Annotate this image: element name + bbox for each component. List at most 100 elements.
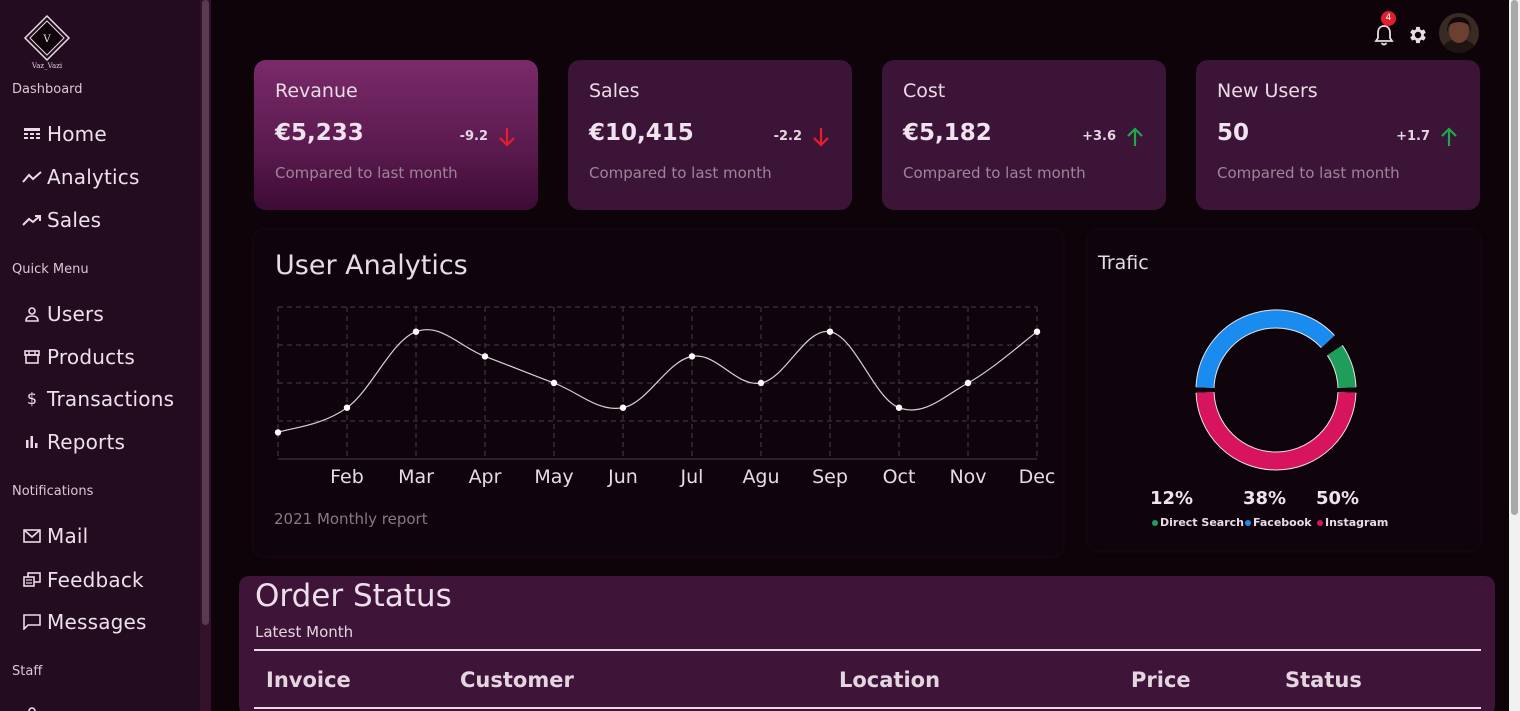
- sidebar-item-transactions[interactable]: $ Transactions: [22, 385, 192, 413]
- x-tick-label: Nov: [949, 466, 986, 488]
- column-header-invoice[interactable]: Invoice: [266, 668, 351, 692]
- home-icon: [22, 124, 42, 144]
- stat-card-cost[interactable]: Cost €5,182 +3.6 Compared to last month: [882, 60, 1166, 210]
- sidebar-item-feedback[interactable]: Feedback: [22, 566, 192, 594]
- x-tick-label: May: [534, 466, 573, 488]
- legend-label: Instagram: [1325, 516, 1389, 529]
- mail-icon: [22, 526, 42, 546]
- user-icon: [22, 704, 42, 711]
- gear-icon[interactable]: [1407, 24, 1429, 46]
- x-tick-label: Sep: [812, 466, 848, 488]
- sidebar-item-mail[interactable]: Mail: [22, 522, 192, 550]
- legend-dot: [1152, 519, 1158, 526]
- sidebar-item-label: Analytics: [47, 165, 140, 189]
- stat-card-sales[interactable]: Sales €10,415 -2.2 Compared to last month: [568, 60, 852, 210]
- column-header-status[interactable]: Status: [1285, 668, 1362, 692]
- sidebar-item-label: Reports: [47, 430, 126, 454]
- sidebar-item-sales[interactable]: Sales: [22, 206, 192, 234]
- analytics-icon: [22, 167, 42, 187]
- legend-item: Facebook: [1245, 516, 1312, 529]
- legend-label: Direct Search: [1160, 516, 1244, 529]
- sidebar-item-label: Mail: [47, 524, 89, 548]
- legend-dot: [1245, 519, 1251, 526]
- svg-text:$: $: [27, 390, 37, 408]
- stat-card-subtitle: Compared to last month: [1217, 164, 1400, 182]
- traffic-panel: Trafic 12% Direct Search 38% Facebook 50% Ins…: [1088, 230, 1480, 550]
- notification-badge: 4: [1381, 11, 1396, 26]
- x-tick-label: Apr: [469, 466, 502, 488]
- logo-icon: V: [23, 14, 71, 62]
- stat-card-subtitle: Compared to last month: [589, 164, 772, 182]
- x-tick-label: Oct: [883, 466, 916, 488]
- bell-icon[interactable]: [1374, 24, 1394, 46]
- data-point-nov: [964, 379, 972, 387]
- sidebar-item-label: Users: [47, 302, 105, 326]
- x-tick-label: Feb: [330, 466, 364, 488]
- sidebar-scrollbar-thumb[interactable]: [202, 0, 209, 625]
- traffic-percent: 12%: [1150, 488, 1194, 509]
- page-scrollbar-thumb[interactable]: [1511, 0, 1518, 515]
- stat-card-delta: -2.2: [773, 129, 802, 144]
- traffic-percent: 50%: [1316, 488, 1360, 509]
- stat-card-revanue[interactable]: Revanue €5,233 -9.2 Compared to last month: [254, 60, 538, 210]
- legend-item: Instagram: [1317, 516, 1388, 529]
- user-icon: [22, 304, 42, 324]
- feedback-icon: [22, 570, 42, 590]
- column-header-location[interactable]: Location: [839, 668, 940, 692]
- data-point-may: [550, 379, 558, 387]
- data-point-sep: [826, 328, 834, 335]
- sidebar-section-title: Notifications: [12, 484, 94, 499]
- sidebar-item-staff-partial[interactable]: [22, 700, 192, 711]
- stat-card-title: Sales: [589, 80, 640, 102]
- sidebar-item-messages[interactable]: Messages: [22, 608, 192, 636]
- sidebar-section-title: Dashboard: [12, 82, 83, 97]
- sidebar-scrollbar[interactable]: [200, 0, 211, 711]
- data-point-oct: [895, 404, 903, 411]
- stat-card-delta: -9.2: [459, 129, 488, 144]
- data-point-mar: [412, 328, 420, 335]
- sidebar-item-label: Home: [47, 122, 107, 146]
- sidebar-item-users[interactable]: Users: [22, 300, 192, 328]
- legend-dot: [1317, 519, 1323, 526]
- x-tick-label: Dec: [1019, 466, 1056, 488]
- logo-letter: V: [42, 34, 51, 45]
- stat-card-delta: +3.6: [1082, 129, 1116, 144]
- stat-card-value: €5,182: [903, 120, 992, 146]
- avatar-image: [1439, 13, 1479, 53]
- data-point-jul: [688, 353, 696, 360]
- data-point-jan: [274, 429, 282, 436]
- chat-icon: [22, 612, 42, 632]
- avatar[interactable]: [1439, 13, 1479, 53]
- table-header-divider: [254, 707, 1481, 709]
- stat-card-subtitle: Compared to last month: [275, 164, 458, 182]
- stat-card-value: 50: [1217, 120, 1250, 146]
- stat-card-new-users[interactable]: New Users 50 +1.7 Compared to last month: [1196, 60, 1480, 210]
- sidebar-item-analytics[interactable]: Analytics: [22, 163, 192, 191]
- data-point-feb: [343, 404, 351, 411]
- user-analytics-chart: Feb Mar Apr May Jun Jul Agu Sep Oct Nov Dec: [274, 306, 1056, 488]
- traffic-percent: 38%: [1243, 488, 1287, 509]
- sidebar: V Vaz_Vazi Dashboard Home Analytics Sales Qu…: [0, 0, 200, 711]
- stat-card-value: €10,415: [589, 120, 694, 146]
- x-tick-label: Agu: [742, 466, 779, 488]
- arrow-down-icon: [499, 128, 515, 147]
- arrow-up-icon: [1127, 127, 1143, 146]
- column-header-customer[interactable]: Customer: [460, 668, 574, 692]
- legend-item: Direct Search: [1152, 516, 1244, 529]
- data-point-apr: [481, 353, 489, 360]
- column-header-price[interactable]: Price: [1131, 668, 1191, 692]
- table-top-divider: [254, 649, 1481, 651]
- sidebar-item-products[interactable]: Products: [22, 343, 192, 371]
- sidebar-item-label: Transactions: [47, 387, 175, 411]
- user-analytics-footer: 2021 Monthly report: [274, 510, 428, 528]
- dollar-icon: $: [22, 389, 42, 409]
- order-status-subtitle: Latest Month: [255, 623, 354, 641]
- order-status-panel: Order Status Latest Month Invoice Custome…: [239, 576, 1495, 711]
- sidebar-item-home[interactable]: Home: [22, 120, 192, 148]
- stat-card-subtitle: Compared to last month: [903, 164, 1086, 182]
- data-point-jun: [619, 404, 627, 411]
- sidebar-item-reports[interactable]: Reports: [22, 428, 192, 456]
- donut-slice-direct-search: [1327, 345, 1356, 389]
- page-scrollbar[interactable]: [1509, 0, 1520, 711]
- brand-logo[interactable]: V Vaz_Vazi: [20, 14, 74, 74]
